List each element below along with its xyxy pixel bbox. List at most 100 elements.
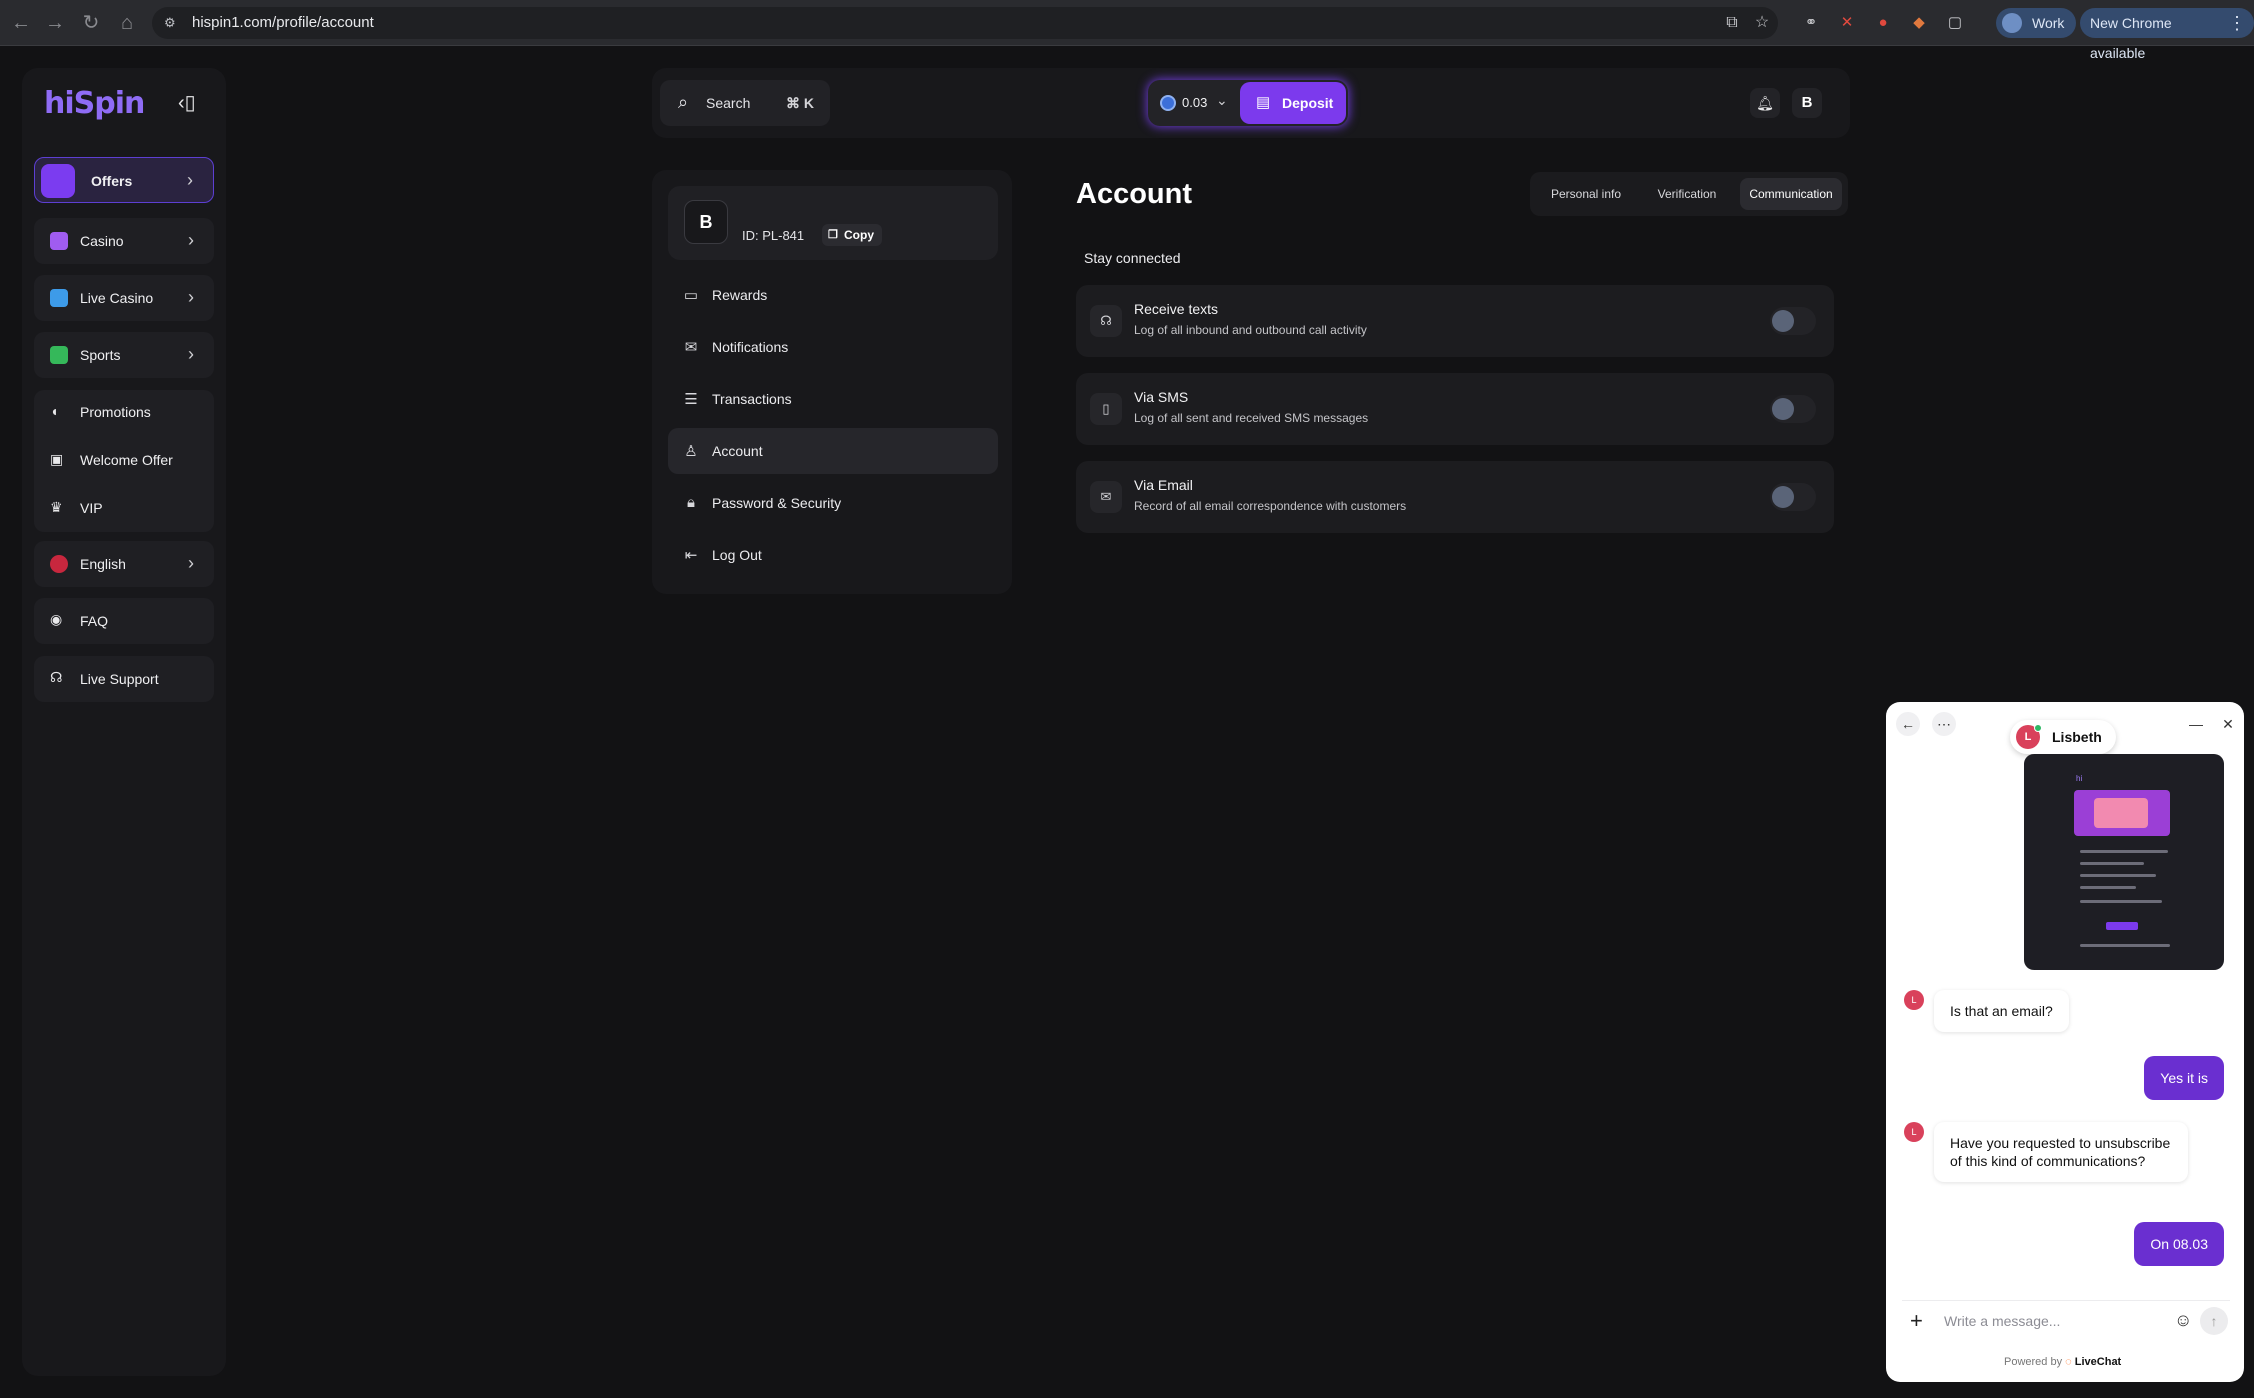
back-arrow-icon[interactable]: ← (1896, 712, 1920, 736)
profile-menu-transactions[interactable]: ☰ Transactions (668, 376, 998, 422)
attachment-text-line (2080, 944, 2170, 947)
search-icon: ⌕ (678, 92, 689, 112)
email-screenshot-attachment[interactable]: hi (2024, 754, 2224, 970)
extension-link-icon[interactable]: ⚭ (1800, 12, 1822, 34)
setting-via-sms: ▯ Via SMS Log of all sent and received S… (1076, 373, 1834, 445)
chrome-update-button[interactable]: New Chrome available ⋮ (2080, 8, 2254, 61)
collapse-sidebar-icon[interactable]: ‹▯ (178, 90, 196, 115)
gift-icon: ▣ (50, 451, 64, 467)
receipt-icon: ☰ (684, 391, 698, 408)
inbox-icon: ✉ (684, 339, 698, 356)
sidebar-item-faq[interactable]: ◉ FAQ (34, 598, 214, 644)
attachment-button (2106, 922, 2138, 930)
attachment-text-line (2080, 886, 2136, 889)
lock-icon: 🔒︎ (687, 494, 695, 511)
site-info-icon[interactable]: ⚙ (164, 15, 180, 31)
envelope-icon: ✉ (1090, 481, 1122, 513)
attachment-text-line (2080, 850, 2168, 853)
sidebar-item-welcome-offer[interactable]: ▣ Welcome Offer (34, 440, 214, 480)
message-input[interactable]: Write a message... (1944, 1313, 2060, 1329)
chevron-right-icon: › (188, 344, 194, 364)
chevron-right-icon: › (188, 287, 194, 307)
search-button[interactable]: ⌕ Search ⌘ K (660, 80, 830, 126)
extension-x-icon[interactable]: ✕ (1836, 12, 1858, 34)
install-app-icon[interactable]: ⧉ (1722, 13, 1742, 33)
sidebar-item-casino[interactable]: Casino › (34, 218, 214, 264)
receive-texts-toggle[interactable] (1770, 307, 1816, 335)
wallet-icon: ▭ (683, 287, 699, 304)
minimize-icon[interactable]: — (2184, 712, 2208, 736)
sidebar-item-language[interactable]: English › (34, 541, 214, 587)
more-menu-icon[interactable]: ⋮ (2228, 8, 2246, 38)
gift-box-icon (41, 164, 75, 198)
toggle-knob (1772, 398, 1794, 420)
section-heading: Stay connected (1084, 250, 1181, 266)
search-shortcut: ⌘ K (786, 95, 814, 111)
user-icon: ♙ (684, 443, 698, 460)
hispin-logo[interactable]: hiSpin (44, 86, 145, 121)
emoji-icon[interactable]: ☺ (2174, 1310, 2192, 1331)
sports-icon (50, 346, 68, 364)
sidebar-item-vip[interactable]: ♛ VIP (34, 488, 214, 528)
bookmark-star-icon[interactable]: ☆ (1752, 13, 1772, 33)
crown-icon: ♛ (50, 499, 63, 515)
sidebar-item-sports[interactable]: Sports › (34, 332, 214, 378)
casino-icon (50, 232, 68, 250)
reload-icon[interactable]: ↻ (78, 10, 104, 36)
via-email-toggle[interactable] (1770, 483, 1816, 511)
toggle-knob (1772, 486, 1794, 508)
profile-menu-account[interactable]: ♙ Account (668, 428, 998, 474)
tab-personal-info[interactable]: Personal info (1538, 178, 1634, 210)
agent-header: L Lisbeth (2010, 720, 2116, 754)
attachment-logo: hi (2076, 774, 2083, 783)
page-title: Account (1076, 178, 1192, 210)
browser-toolbar: ← → ↻ ⌂ ⚙ hispin1.com/profile/account ⧉ … (0, 0, 2254, 61)
user-id: ID: PL-841 (742, 228, 805, 243)
coin-icon (1160, 95, 1176, 111)
tab-verification[interactable]: Verification (1642, 178, 1732, 210)
headset-icon: ☊ (1090, 305, 1122, 337)
back-icon[interactable]: ← (8, 10, 34, 36)
user-avatar-button[interactable]: B (1792, 88, 1822, 118)
chevron-down-icon: ⌄ (1216, 92, 1228, 108)
profile-button[interactable]: Work (1996, 8, 2077, 38)
sidebar-item-live-support[interactable]: ☊ Live Support (34, 656, 214, 702)
online-status-dot (2034, 724, 2042, 732)
uk-flag-icon (50, 555, 68, 573)
more-options-icon[interactable]: ⋯ (1932, 712, 1956, 736)
address-bar[interactable]: ⚙ hispin1.com/profile/account ⧉ ☆ (152, 7, 1778, 39)
avatar: B (684, 200, 728, 244)
home-icon[interactable]: ⌂ (114, 10, 140, 36)
notifications-bell-icon[interactable]: 🔔︎ (1750, 88, 1780, 118)
agent-avatar: L (1904, 990, 1924, 1010)
copy-id-button[interactable]: ❐ Copy (822, 224, 882, 246)
powered-by-livechat[interactable]: Powered by ◌ LiveChat (2004, 1356, 2121, 1368)
profile-menu-rewards[interactable]: ▭ Rewards (668, 272, 998, 318)
url-text[interactable]: hispin1.com/profile/account (192, 14, 374, 31)
logout-icon: ⇤ (684, 547, 698, 564)
deposit-button[interactable]: ▤ Deposit (1240, 82, 1346, 124)
megaphone-icon: ◖ (50, 403, 59, 419)
chevron-right-icon: › (188, 230, 194, 250)
sidebar-item-promotions[interactable]: ◖ Promotions (34, 392, 214, 432)
agent-name: Lisbeth (2052, 729, 2102, 745)
extensions-puzzle-icon[interactable]: ▢ (1944, 12, 1966, 34)
extension-fox-icon[interactable]: ◆ (1908, 12, 1930, 34)
via-sms-toggle[interactable] (1770, 395, 1816, 423)
setting-receive-texts: ☊ Receive texts Log of all inbound and o… (1076, 285, 1834, 357)
profile-menu-notifications[interactable]: ✉ Notifications (668, 324, 998, 370)
attach-plus-icon[interactable]: + (1910, 1310, 1923, 1332)
profile-menu-log-out[interactable]: ⇤ Log Out (668, 532, 998, 578)
user-card: B ID: PL-841 ❐ Copy (668, 186, 998, 260)
message-bubble-user: On 08.03 (2134, 1222, 2224, 1266)
profile-menu-password-security[interactable]: 🔒︎ Password & Security (668, 480, 998, 526)
sidebar-item-live-casino[interactable]: Live Casino › (34, 275, 214, 321)
sidebar-item-offers[interactable]: Offers › (34, 157, 214, 203)
extension-shield-icon[interactable]: ● (1872, 12, 1894, 34)
tab-communication[interactable]: Communication (1740, 178, 1842, 210)
send-arrow-icon[interactable]: ↑ (2200, 1307, 2228, 1335)
phone-icon: ▯ (1090, 393, 1122, 425)
forward-icon[interactable]: → (42, 10, 68, 36)
setting-via-email: ✉ Via Email Record of all email correspo… (1076, 461, 1834, 533)
close-icon[interactable]: ✕ (2216, 712, 2240, 736)
